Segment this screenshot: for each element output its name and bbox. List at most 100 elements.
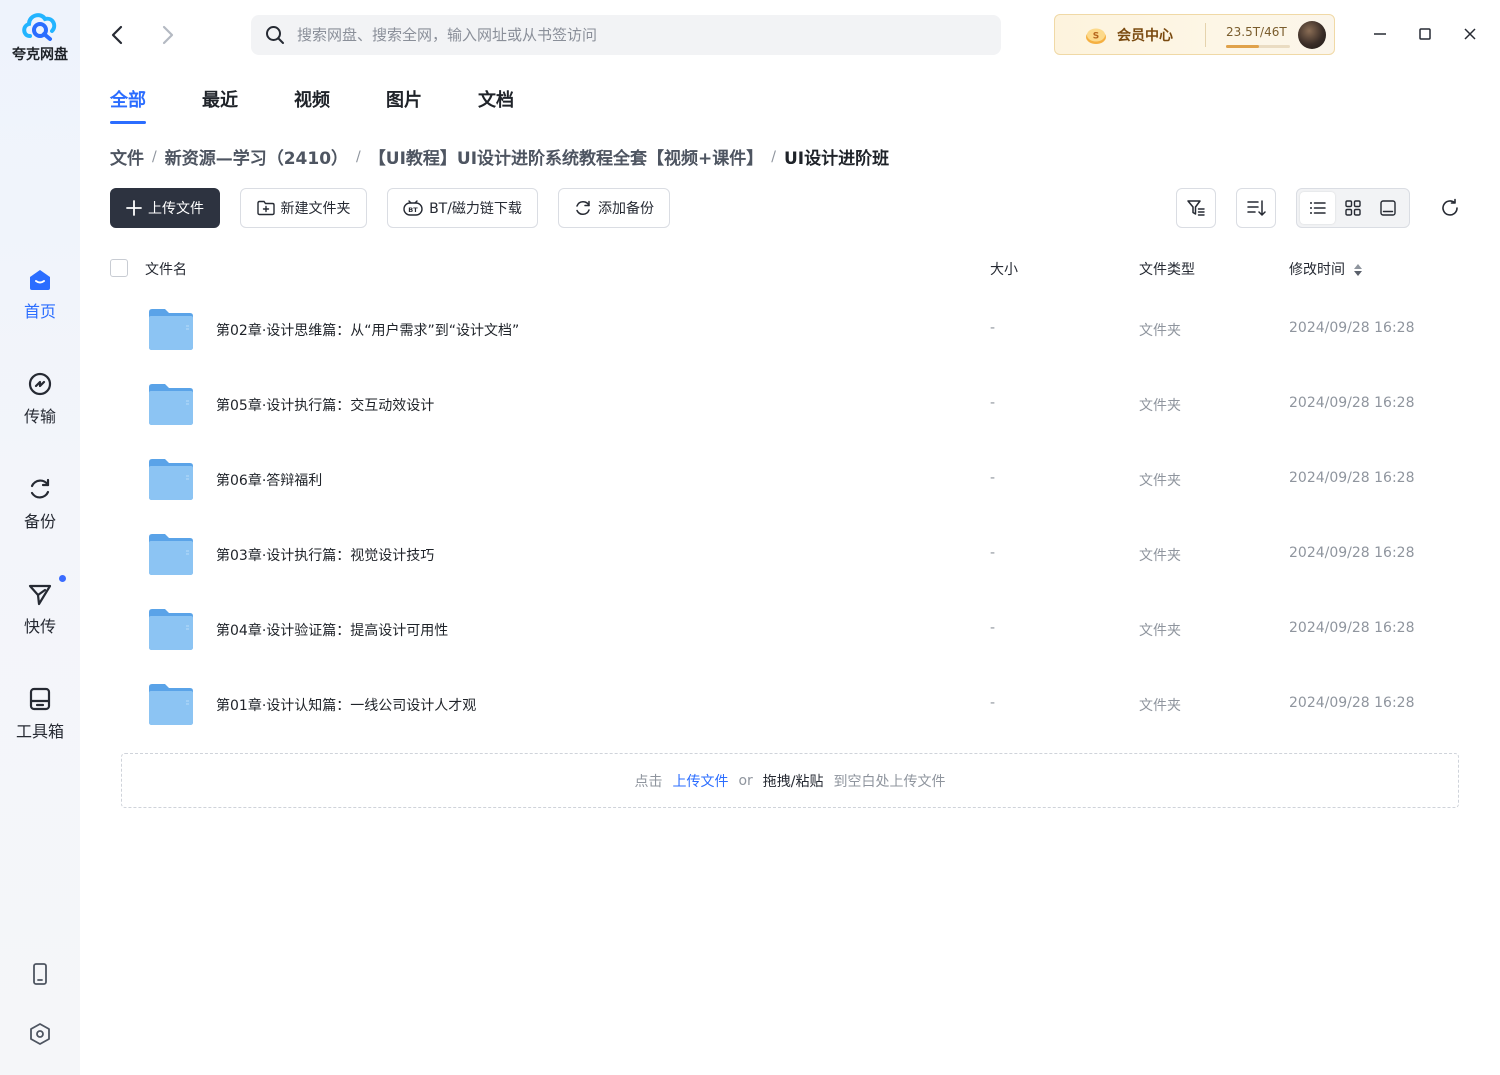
sidebar-item-label: 首页 <box>23 302 56 321</box>
back-button[interactable] <box>104 22 130 48</box>
sidebar-item-label: 传输 <box>23 407 56 426</box>
tab-documents[interactable]: 文档 <box>478 86 514 124</box>
grid-view-button[interactable] <box>1335 192 1370 224</box>
sidebar-item-home[interactable]: 首页 <box>0 266 80 322</box>
file-size: - <box>990 395 996 411</box>
sidebar-item-label: 备份 <box>23 512 56 531</box>
breadcrumb-item[interactable]: 【UI教程】UI设计进阶系统教程全套【视频+课件】 <box>369 144 764 169</box>
refresh-button[interactable] <box>1438 196 1462 220</box>
table-row[interactable]: 第04章·设计验证篇：提高设计可用性 - 文件夹 2024/09/28 16:28 <box>110 593 1470 668</box>
sidebar-item-label: 快传 <box>23 617 56 636</box>
minimize-button[interactable] <box>1368 22 1392 46</box>
file-type: 文件夹 <box>1139 398 1181 414</box>
svg-text:BT: BT <box>408 206 418 214</box>
maximize-button[interactable] <box>1413 22 1437 46</box>
column-header-modified[interactable]: 修改时间 <box>1289 259 1363 279</box>
file-type: 文件夹 <box>1139 548 1181 564</box>
file-type: 文件夹 <box>1139 323 1181 339</box>
folder-icon <box>148 307 194 355</box>
mobile-button[interactable] <box>0 962 80 986</box>
new-folder-button[interactable]: 新建文件夹 <box>240 188 367 228</box>
dropzone-upload-link[interactable]: 上传文件 <box>672 771 728 791</box>
top-bar: S 会员中心 23.5T/46T <box>80 0 1500 70</box>
bt-download-label: BT/磁力链下载 <box>429 201 522 217</box>
file-name[interactable]: 第02章·设计思维篇：从“用户需求”到“设计文档” <box>216 320 519 340</box>
file-name[interactable]: 第01章·设计认知篇：一线公司设计人才观 <box>216 695 476 715</box>
member-center-label: 会员中心 <box>1117 27 1173 44</box>
sort-button[interactable] <box>1236 188 1276 228</box>
dropzone-suffix: 到空白处上传文件 <box>833 773 946 790</box>
column-header-type[interactable]: 文件类型 <box>1139 259 1195 279</box>
file-type: 文件夹 <box>1139 473 1181 489</box>
quota-bar <box>1226 45 1290 48</box>
sidebar-item-transfer[interactable]: 传输 <box>0 371 80 427</box>
vip-coin-icon: S <box>1086 28 1106 44</box>
table-row[interactable]: 第02章·设计思维篇：从“用户需求”到“设计文档” - 文件夹 2024/09/28 … <box>110 293 1470 368</box>
file-modified: 2024/09/28 16:28 <box>1289 545 1415 561</box>
grid-icon <box>1345 200 1361 216</box>
tab-images[interactable]: 图片 <box>386 86 422 124</box>
app-name: 夸克网盘 <box>12 47 68 63</box>
sidebar-item-quick-send[interactable]: 快传 <box>0 575 80 637</box>
file-size: - <box>990 695 996 711</box>
sidebar-item-backup[interactable]: 备份 <box>0 476 80 532</box>
breadcrumb-separator: / <box>771 148 776 165</box>
member-center-button[interactable]: S 会员中心 <box>1055 15 1205 54</box>
table-row[interactable]: 第05章·设计执行篇：交互动效设计 - 文件夹 2024/09/28 16:28 <box>110 368 1470 443</box>
sidebar-item-toolbox[interactable]: 工具箱 <box>0 686 80 742</box>
divider <box>1205 22 1206 47</box>
storage-quota[interactable]: 23.5T/46T <box>1226 15 1290 54</box>
file-size: - <box>990 545 996 561</box>
file-modified: 2024/09/28 16:28 <box>1289 470 1415 486</box>
filter-icon <box>1187 200 1205 216</box>
avatar[interactable] <box>1298 21 1326 49</box>
column-header-name[interactable]: 文件名 <box>145 259 187 279</box>
backup-icon <box>30 478 50 499</box>
folder-icon <box>148 457 194 505</box>
quota-text: 23.5T/46T <box>1226 25 1287 39</box>
quick-send-icon <box>28 584 52 606</box>
view-mode-switch <box>1296 188 1410 228</box>
new-folder-label: 新建文件夹 <box>280 201 351 217</box>
close-button[interactable] <box>1458 22 1482 46</box>
select-all-checkbox[interactable] <box>110 259 128 277</box>
column-header-size[interactable]: 大小 <box>990 259 1018 279</box>
member-panel: S 会员中心 23.5T/46T <box>1054 14 1335 55</box>
large-view-button[interactable] <box>1371 192 1406 224</box>
bt-icon: BT <box>403 200 423 216</box>
file-name[interactable]: 第06章·答辩福利 <box>216 470 322 490</box>
filter-button[interactable] <box>1176 188 1216 228</box>
settings-button[interactable] <box>0 1022 80 1046</box>
app-logo[interactable]: 夸克网盘 <box>0 8 80 64</box>
chevron-left-icon <box>111 25 123 45</box>
backup-icon <box>576 200 590 216</box>
add-backup-button[interactable]: 添加备份 <box>558 188 670 228</box>
file-modified: 2024/09/28 16:28 <box>1289 320 1415 336</box>
new-folder-icon <box>256 200 275 216</box>
upload-dropzone[interactable]: 点击 上传文件 or 拖拽/粘贴 到空白处上传文件 <box>121 753 1459 808</box>
breadcrumb-item[interactable]: 新资源—学习（2410） <box>165 144 348 169</box>
forward-button[interactable] <box>155 22 181 48</box>
bt-download-button[interactable]: BT BT/磁力链下载 <box>387 188 538 228</box>
file-size: - <box>990 470 996 486</box>
folder-icon <box>148 532 194 580</box>
tab-recent[interactable]: 最近 <box>202 86 238 124</box>
file-modified: 2024/09/28 16:28 <box>1289 695 1415 711</box>
file-size: - <box>990 620 996 636</box>
chevron-right-icon <box>162 25 174 45</box>
breadcrumb-item[interactable]: 文件 <box>110 144 144 169</box>
table-row[interactable]: 第06章·答辩福利 - 文件夹 2024/09/28 16:28 <box>110 443 1470 518</box>
file-name[interactable]: 第05章·设计执行篇：交互动效设计 <box>216 395 434 415</box>
search-input[interactable] <box>297 26 977 44</box>
table-row[interactable]: 第01章·设计认知篇：一线公司设计人才观 - 文件夹 2024/09/28 16:28 <box>110 668 1470 743</box>
upload-button[interactable]: 上传文件 <box>110 188 220 228</box>
table-row[interactable]: 第03章·设计执行篇：视觉设计技巧 - 文件夹 2024/09/28 16:28 <box>110 518 1470 593</box>
file-name[interactable]: 第03章·设计执行篇：视觉设计技巧 <box>216 545 434 565</box>
large-thumbnail-icon <box>1380 200 1397 216</box>
tab-video[interactable]: 视频 <box>294 86 330 124</box>
add-backup-label: 添加备份 <box>598 201 654 217</box>
list-view-button[interactable] <box>1300 192 1336 224</box>
dropzone-prefix: 点击 <box>634 773 663 790</box>
tab-all[interactable]: 全部 <box>110 86 146 124</box>
file-name[interactable]: 第04章·设计验证篇：提高设计可用性 <box>216 620 448 640</box>
